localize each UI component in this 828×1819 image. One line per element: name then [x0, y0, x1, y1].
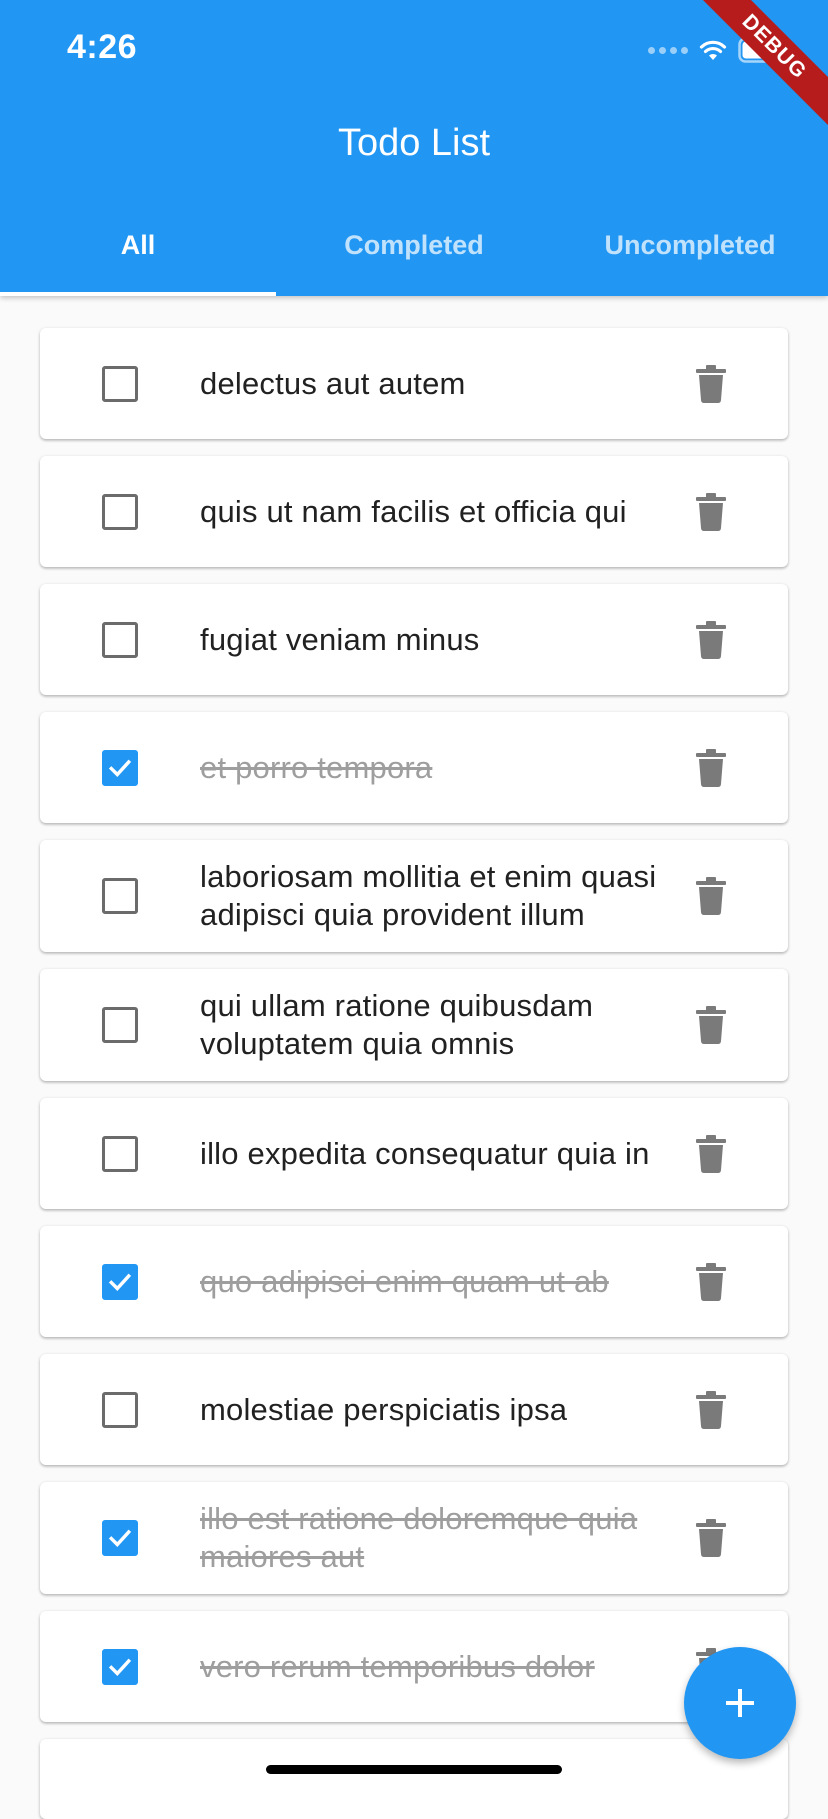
todo-checkbox[interactable]	[102, 1520, 138, 1556]
todo-checkbox[interactable]	[102, 749, 138, 786]
wifi-icon	[699, 40, 727, 60]
todo-item: quo adipisci enim quam ut ab	[40, 1226, 788, 1337]
todo-title: delectus aut autem	[200, 365, 466, 401]
todo-checkbox[interactable]	[102, 1263, 138, 1300]
tab-completed[interactable]: Completed	[276, 216, 552, 296]
todo-item: quis ut nam facilis et officia qui	[40, 456, 788, 567]
delete-icon[interactable]	[696, 877, 726, 915]
tab-bar: All Completed Uncompleted	[0, 216, 828, 296]
delete-icon[interactable]	[696, 1519, 726, 1557]
todo-item: vero rerum temporibus dolor	[40, 1611, 788, 1722]
todo-item: qui ullam ratione quibusdam voluptatem q…	[40, 969, 788, 1081]
todo-item: fugiat veniam minus	[40, 584, 788, 695]
todo-list: delectus aut autem quis ut nam facilis e…	[40, 328, 788, 1819]
add-todo-button[interactable]	[684, 1647, 796, 1759]
todo-title: illo est ratione doloremque quia maiores…	[200, 1501, 638, 1574]
todo-title: molestiae perspiciatis ipsa	[200, 1391, 568, 1427]
delete-icon[interactable]	[696, 620, 726, 659]
delete-icon[interactable]	[696, 1134, 726, 1173]
todo-title: illo expedita consequatur quia in	[200, 1135, 650, 1171]
todo-title: qui ullam ratione quibusdam voluptatem q…	[200, 988, 594, 1061]
todo-title: quo adipisci enim quam ut ab	[200, 1263, 609, 1299]
todo-item: illo est ratione doloremque quia maiores…	[40, 1482, 788, 1594]
todo-checkbox[interactable]	[102, 1648, 138, 1685]
todo-checkbox[interactable]	[102, 493, 138, 530]
delete-icon[interactable]	[696, 492, 726, 531]
todo-checkbox[interactable]	[102, 1391, 138, 1428]
check-icon	[108, 1529, 132, 1548]
todo-item: molestiae perspiciatis ipsa	[40, 1354, 788, 1465]
todo-title: fugiat veniam minus	[200, 621, 480, 657]
delete-icon[interactable]	[696, 748, 726, 787]
todo-checkbox[interactable]	[102, 878, 138, 914]
delete-icon[interactable]	[696, 1262, 726, 1301]
delete-icon[interactable]	[696, 364, 726, 403]
todo-title: vero rerum temporibus dolor	[200, 1648, 595, 1684]
todo-checkbox[interactable]	[102, 1135, 138, 1172]
delete-icon[interactable]	[696, 1006, 726, 1044]
app-bar: 4:26 DEBUG Todo List All Completed Uncom…	[0, 0, 828, 296]
signal-icon	[648, 46, 688, 54]
page-title: Todo List	[337, 122, 491, 164]
check-icon	[108, 1658, 132, 1676]
delete-icon[interactable]	[696, 1390, 726, 1429]
todo-checkbox[interactable]	[102, 365, 138, 402]
todo-item: laboriosam mollitia et enim quasi adipis…	[40, 840, 788, 952]
todo-checkbox[interactable]	[102, 1007, 138, 1043]
todo-item: illo expedita consequatur quia in	[40, 1098, 788, 1209]
todo-item: delectus aut autem	[40, 328, 788, 439]
status-time: 4:26	[67, 28, 138, 66]
todo-title: et porro tempora	[200, 749, 433, 785]
todo-checkbox[interactable]	[102, 621, 138, 658]
todo-title: laboriosam mollitia et enim quasi adipis…	[200, 859, 657, 932]
todo-item-partial	[40, 1739, 788, 1819]
tab-uncompleted[interactable]: Uncompleted	[552, 216, 828, 296]
tab-all[interactable]: All	[0, 216, 276, 296]
todo-item: et porro tempora	[40, 712, 788, 823]
check-icon	[108, 759, 132, 777]
check-icon	[108, 1273, 132, 1291]
todo-title: quis ut nam facilis et officia qui	[200, 493, 627, 529]
home-indicator	[266, 1765, 562, 1774]
plus-icon	[726, 1689, 754, 1717]
